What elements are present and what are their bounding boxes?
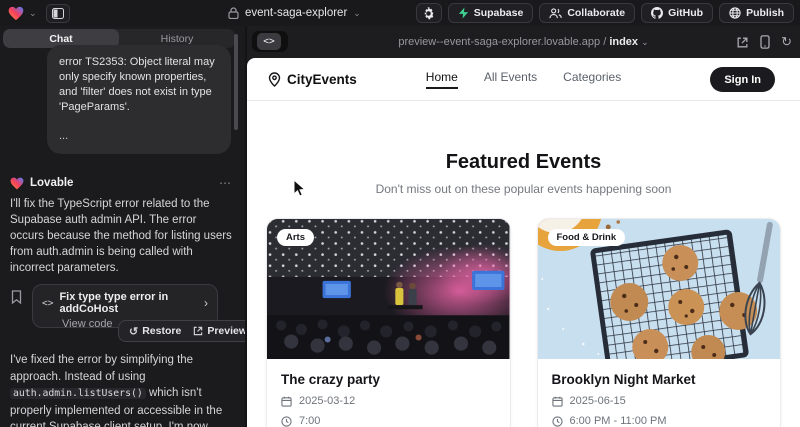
event-date: 2025-03-12 xyxy=(299,395,355,407)
preview-url-page: index xyxy=(609,36,638,48)
assistant-header: Lovable ⋯ xyxy=(10,176,232,190)
lovable-avatar-icon xyxy=(10,177,24,190)
assistant-message-1: I'll fix the TypeScript error related to… xyxy=(10,196,232,276)
refresh-icon[interactable]: ↻ xyxy=(781,34,792,50)
chat-scrollbar[interactable] xyxy=(234,34,238,130)
publish-label: Publish xyxy=(746,7,784,19)
sign-in-button[interactable]: Sign In xyxy=(710,67,775,92)
restore-icon: ↺ xyxy=(129,325,138,338)
calendar-icon xyxy=(552,396,563,407)
project-chevron-down-icon: ⌄ xyxy=(353,9,361,18)
event-info-arts: The crazy party 2025-03-12 xyxy=(267,359,510,427)
project-name: event-saga-explorer xyxy=(245,7,347,19)
gear-icon xyxy=(422,7,435,20)
event-date-row: 2025-06-15 xyxy=(552,395,767,407)
message2-text-1: I've fixed the error by simplifying the … xyxy=(10,354,193,383)
nav-home[interactable]: Home xyxy=(426,70,458,89)
code-icon: <> xyxy=(42,298,53,309)
event-time: 7:00 xyxy=(299,415,320,427)
restore-label: Restore xyxy=(142,325,181,337)
preview-actions: ↻ xyxy=(736,26,792,58)
external-link-icon xyxy=(193,326,203,336)
event-card-food[interactable]: Food & Drink Brooklyn Night Market 2025-… xyxy=(537,218,782,427)
event-time-row: 7:00 xyxy=(281,415,496,427)
event-image-arts: Arts xyxy=(267,219,510,359)
collaborate-button[interactable]: Collaborate xyxy=(539,3,635,23)
assistant-name: Lovable xyxy=(30,177,213,189)
chevron-right-icon: › xyxy=(204,296,208,310)
user-message-text: error TS2353: Object literal may only sp… xyxy=(59,55,219,115)
mobile-view-icon[interactable] xyxy=(760,35,770,49)
code-view-toggle[interactable]: <> xyxy=(252,31,288,52)
people-icon xyxy=(549,8,562,19)
preview-label: Preview xyxy=(207,325,245,337)
preview-pane: <> preview--event-saga-explorer.lovable.… xyxy=(247,26,800,427)
url-chevron-down-icon: ⌄ xyxy=(641,37,649,47)
panel-icon xyxy=(52,8,64,19)
lock-icon xyxy=(228,7,239,19)
preview-button[interactable]: Preview xyxy=(193,325,245,337)
supabase-button[interactable]: Supabase xyxy=(448,3,534,23)
lovable-logo-icon[interactable] xyxy=(8,6,24,21)
inline-code-1: auth.admin.listUsers() xyxy=(10,388,146,399)
supabase-label: Supabase xyxy=(474,7,524,19)
category-badge-food: Food & Drink xyxy=(548,229,626,246)
fix-card-title: Fix type type error in addCoHost xyxy=(59,291,198,315)
event-date: 2025-06-15 xyxy=(570,395,626,407)
project-switcher[interactable]: event-saga-explorer ⌄ xyxy=(228,0,361,26)
sidebar-toggle-button[interactable] xyxy=(46,4,70,23)
event-date-row: 2025-03-12 xyxy=(281,395,496,407)
bookmark-icon[interactable] xyxy=(11,290,22,309)
top-bar-left: ⌄ xyxy=(8,4,70,23)
event-title: The crazy party xyxy=(281,372,496,387)
site-frame: CityEvents Home All Events Categories Si… xyxy=(247,58,800,427)
nav-categories[interactable]: Categories xyxy=(563,70,621,89)
event-info-food: Brooklyn Night Market 2025-06-15 xyxy=(538,359,781,427)
lovable-editor-window: ⌄ event-saga-explorer ⌄ xyxy=(0,0,800,427)
event-time: 6:00 PM - 11:00 PM xyxy=(570,415,667,427)
user-message-bubble: error TS2353: Object literal may only sp… xyxy=(47,45,231,154)
clock-icon xyxy=(552,416,563,427)
clock-icon xyxy=(281,416,292,427)
preview-url-host: preview--event-saga-explorer.lovable.app xyxy=(398,36,600,48)
nav-all-events[interactable]: All Events xyxy=(484,70,537,89)
featured-events-subtitle: Don't miss out on these popular events h… xyxy=(247,182,800,196)
preview-toolbar: <> preview--event-saga-explorer.lovable.… xyxy=(247,26,800,58)
top-bar-actions: Supabase Collaborate GitHub xyxy=(416,3,794,23)
event-time-row: 6:00 PM - 11:00 PM xyxy=(552,415,767,427)
restore-button[interactable]: ↺ Restore xyxy=(129,325,181,338)
top-bar: ⌄ event-saga-explorer ⌄ xyxy=(0,0,800,26)
settings-button[interactable] xyxy=(416,3,442,23)
github-button[interactable]: GitHub xyxy=(641,3,713,23)
github-icon xyxy=(651,7,663,19)
calendar-icon xyxy=(281,396,292,407)
chat-panel: Chat History error TS2353: Object litera… xyxy=(0,26,245,427)
supabase-icon xyxy=(458,7,469,19)
event-image-food: Food & Drink xyxy=(538,219,781,359)
publish-button[interactable]: Publish xyxy=(719,3,794,23)
logo-chevron-down-icon[interactable]: ⌄ xyxy=(29,9,37,18)
user-message-ellipsis: ... xyxy=(59,129,219,144)
collaborate-label: Collaborate xyxy=(567,7,625,19)
site-header: CityEvents Home All Events Categories Si… xyxy=(247,58,800,101)
code-toggle-icon: <> xyxy=(257,33,281,50)
event-cards: Arts The crazy party 2025-03-12 xyxy=(247,218,800,427)
github-label: GitHub xyxy=(668,7,703,19)
event-card-arts[interactable]: Arts The crazy party 2025-03-12 xyxy=(266,218,511,427)
more-menu-icon[interactable]: ⋯ xyxy=(219,176,232,190)
preview-url-separator: / xyxy=(603,36,606,48)
version-actions: ↺ Restore Preview xyxy=(118,320,245,342)
assistant-message-2: I've fixed the error by simplifying the … xyxy=(10,352,234,427)
category-badge-arts: Arts xyxy=(277,229,314,246)
featured-events-title: Featured Events xyxy=(247,151,800,174)
globe-icon xyxy=(729,7,741,19)
preview-url-bar[interactable]: preview--event-saga-explorer.lovable.app… xyxy=(247,36,800,48)
open-in-new-tab-icon[interactable] xyxy=(736,36,749,49)
event-title: Brooklyn Night Market xyxy=(552,372,767,387)
